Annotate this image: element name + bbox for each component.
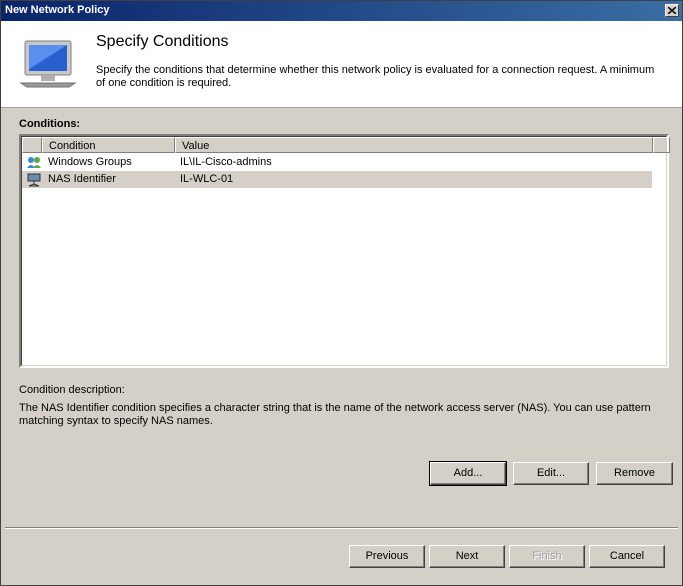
group-icon (27, 157, 41, 168)
row-condition-name: NAS Identifier (48, 173, 116, 185)
row-condition-value: IL-WLC-01 (180, 173, 234, 185)
list-header: Condition Value (22, 137, 670, 153)
finish-button[interactable]: Finish (509, 545, 585, 568)
list-row-nas-identifier[interactable]: NAS Identifier IL-WLC-01 (22, 171, 652, 188)
previous-button[interactable]: Previous (349, 545, 425, 568)
page-title: Specify Conditions (96, 33, 229, 50)
conditions-list[interactable]: Condition Value Windows Groups IL\IL-Cis… (19, 134, 670, 368)
column-header-filler (653, 137, 670, 153)
network-icon (27, 173, 41, 187)
column-header-condition[interactable]: Condition (42, 137, 175, 153)
conditions-label: Conditions: (19, 118, 81, 130)
row-condition-value: IL\IL-Cisco-admins (180, 156, 272, 168)
column-header-icon (22, 137, 42, 153)
monitor-icon (19, 40, 77, 88)
condition-description-text: The NAS Identifier condition specifies a… (19, 402, 651, 427)
dialog-window: New Network Policy Specify Conditions Sp… (0, 0, 683, 586)
column-header-value[interactable]: Value (175, 137, 653, 153)
remove-button[interactable]: Remove (596, 462, 673, 485)
footer-separator (5, 527, 678, 529)
wizard-header: Specify Conditions Specify the condition… (1, 21, 682, 108)
cancel-button[interactable]: Cancel (589, 545, 665, 568)
next-button[interactable]: Next (429, 545, 505, 568)
close-icon (668, 7, 676, 14)
row-condition-name: Windows Groups (48, 156, 132, 168)
condition-description-label: Condition description: (19, 384, 125, 396)
close-button[interactable] (665, 4, 679, 17)
title-bar[interactable]: New Network Policy (1, 1, 682, 21)
page-description: Specify the conditions that determine wh… (96, 64, 655, 89)
add-button[interactable]: Add... (429, 461, 507, 486)
window-title: New Network Policy (5, 4, 110, 16)
list-row-windows-groups[interactable]: Windows Groups IL\IL-Cisco-admins (22, 154, 652, 171)
edit-button[interactable]: Edit... (513, 462, 589, 485)
